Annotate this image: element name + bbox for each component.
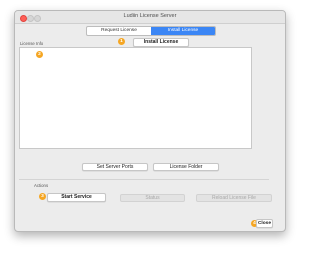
- install-license-button[interactable]: Install License: [133, 38, 189, 47]
- tab-bar: Request License Install License: [86, 26, 216, 36]
- license-folder-button[interactable]: License Folder: [153, 163, 219, 171]
- close-button[interactable]: Close: [256, 219, 273, 228]
- actions-section-label: Actions: [34, 183, 49, 188]
- tab-request-license[interactable]: Request License: [87, 27, 151, 35]
- license-info-panel: 2: [19, 47, 252, 149]
- step-badge-2: 2: [36, 51, 43, 58]
- section-divider: [19, 179, 269, 180]
- tab-install-license[interactable]: Install License: [151, 27, 215, 35]
- reload-license-file-button[interactable]: Reload License File: [196, 194, 272, 202]
- title-bar: Ludiin License Server: [15, 11, 285, 24]
- step-badge-1: 1: [118, 38, 125, 45]
- status-button[interactable]: Status: [120, 194, 185, 202]
- license-info-section-label: License Info: [20, 41, 44, 46]
- start-service-button[interactable]: Start Service: [47, 193, 106, 202]
- set-server-ports-button[interactable]: Set Server Ports: [82, 163, 148, 171]
- step-badge-3: 3: [39, 193, 46, 200]
- window-title: Ludiin License Server: [123, 13, 177, 19]
